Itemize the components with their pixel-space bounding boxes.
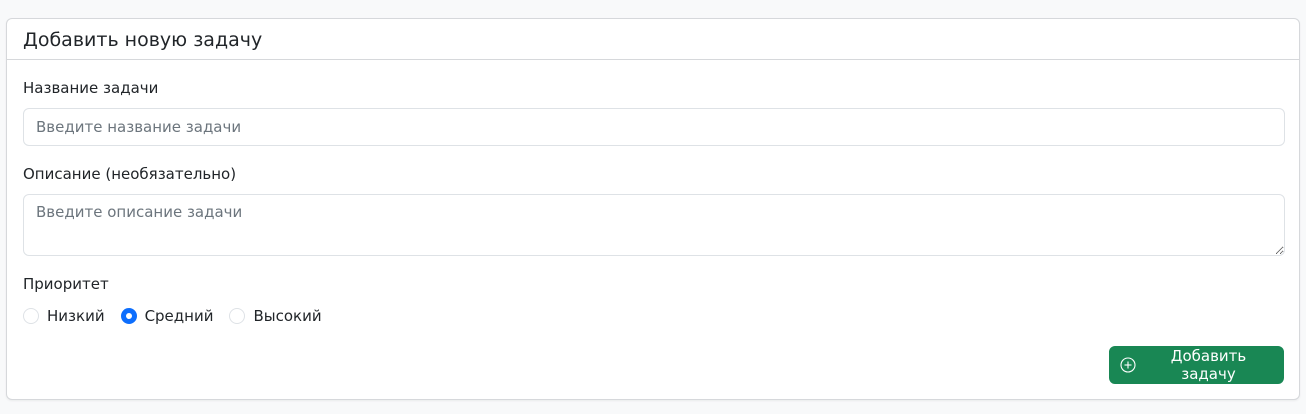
priority-radio-group: Низкий Средний Высокий [23,306,338,326]
plus-circle-icon [1120,357,1136,373]
priority-label: Приоритет [23,275,109,293]
card-header: Добавить новую задачу [7,19,1299,60]
task-title-input[interactable] [23,108,1285,146]
task-description-textarea[interactable] [23,194,1285,256]
task-description-label: Описание (необязательно) [23,165,237,183]
add-task-card: Добавить новую задачу Название задачи Оп… [6,18,1300,400]
task-title-label: Название задачи [23,79,159,97]
priority-option-medium[interactable]: Средний [120,306,214,326]
radio-high[interactable] [229,308,246,324]
priority-low-label[interactable]: Низкий [47,306,105,326]
priority-medium-label[interactable]: Средний [145,306,214,326]
priority-high-label[interactable]: Высокий [253,306,321,326]
add-task-button-label: Добавить задачу [1170,347,1247,383]
radio-low[interactable] [23,308,39,324]
card-title: Добавить новую задачу [23,29,263,51]
priority-option-high[interactable]: Высокий [229,306,322,326]
priority-option-low[interactable]: Низкий [23,306,105,326]
add-task-button[interactable]: Добавить задачу [1109,346,1284,384]
radio-medium[interactable] [120,308,137,324]
